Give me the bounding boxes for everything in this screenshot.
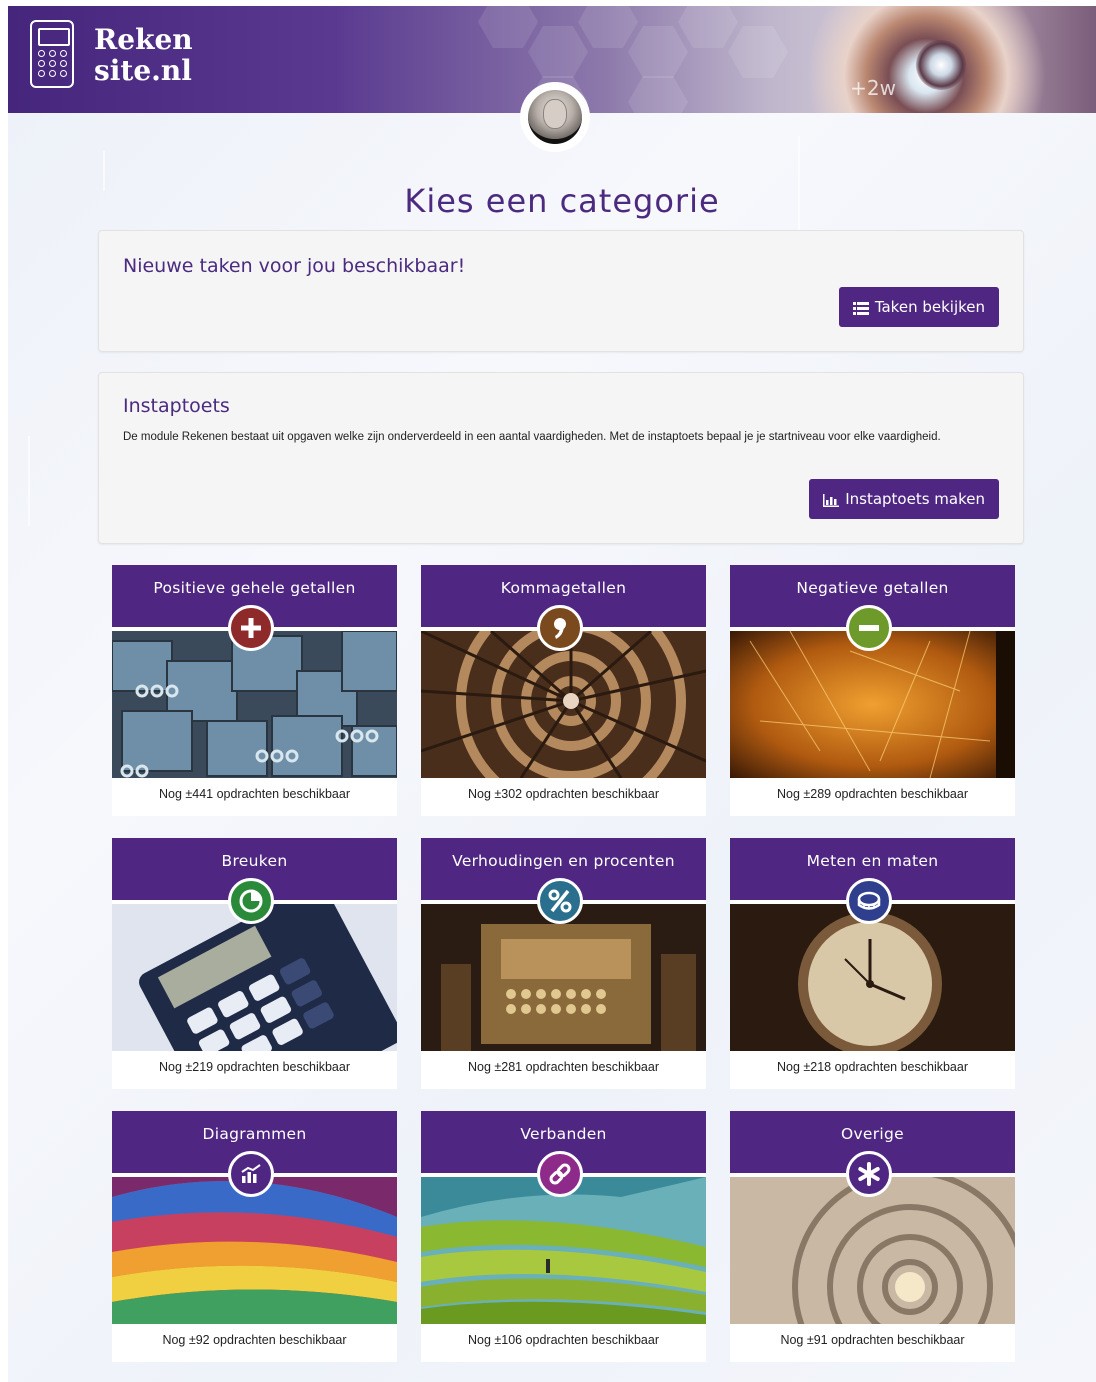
category-count: Nog ±302 opdrachten beschikbaar <box>467 787 659 801</box>
category-card[interactable]: Diagrammen Nog ±92 opdrachten beschikbaa… <box>112 1111 397 1362</box>
category-card[interactable]: Positieve gehele getallen Nog ±441 opdra… <box>112 565 397 816</box>
category-card[interactable]: Verhoudingen en procenten Nog ±281 opdra… <box>421 838 706 1089</box>
category-image <box>112 1177 397 1324</box>
logo-line1: Reken <box>94 23 193 56</box>
list-icon <box>852 301 869 315</box>
category-count: Nog ±218 opdrachten beschikbaar <box>776 1060 968 1074</box>
percent-icon <box>537 878 583 924</box>
banner-text: +2w <box>850 76 896 100</box>
category-count: Nog ±106 opdrachten beschikbaar <box>467 1333 659 1347</box>
eye-pupil <box>916 40 966 90</box>
avatar-photo <box>528 90 582 144</box>
category-count: Nog ±281 opdrachten beschikbaar <box>467 1060 659 1074</box>
category-image <box>112 631 397 778</box>
chart-icon <box>228 1151 274 1197</box>
page-title: Kies een categorie <box>404 182 720 220</box>
hex-decoration <box>478 6 538 48</box>
hex-decoration <box>678 6 738 48</box>
logo-line2: site.nl <box>94 54 192 87</box>
hex-decoration <box>628 26 688 78</box>
category-count: Nog ±92 opdrachten beschikbaar <box>162 1333 347 1347</box>
minus-icon <box>846 605 892 651</box>
instaptoets-title: Instaptoets <box>123 395 230 417</box>
category-image <box>421 1177 706 1324</box>
view-tasks-label: Taken bekijken <box>874 298 985 316</box>
category-card[interactable]: Verbanden Nog ±106 opdrachten beschikbaa… <box>421 1111 706 1362</box>
instaptoets-description: De module Rekenen bestaat uit opgaven we… <box>123 431 941 443</box>
category-image <box>730 904 1015 1051</box>
category-card[interactable]: Overige Nog ±91 opdrachten beschikbaar <box>730 1111 1015 1362</box>
plus-icon <box>228 605 274 651</box>
category-count: Nog ±91 opdrachten beschikbaar <box>780 1333 965 1347</box>
start-instaptoets-label: Instaptoets maken <box>845 490 985 508</box>
pie-icon <box>228 878 274 924</box>
measuring-tape-icon <box>846 878 892 924</box>
category-count: Nog ±219 opdrachten beschikbaar <box>158 1060 350 1074</box>
category-card[interactable]: Meten en maten Nog ±218 opdrachten besch… <box>730 838 1015 1089</box>
link-icon <box>537 1151 583 1197</box>
category-count: Nog ±441 opdrachten beschikbaar <box>158 787 350 801</box>
user-avatar[interactable] <box>524 86 586 148</box>
hex-decoration <box>528 26 588 78</box>
category-image <box>730 1177 1015 1324</box>
start-instaptoets-button[interactable]: Instaptoets maken <box>809 479 999 519</box>
hex-decoration <box>728 26 788 78</box>
category-image <box>421 904 706 1051</box>
category-card[interactable]: Kommagetallen Nog ±302 opdrachten beschi… <box>421 565 706 816</box>
new-tasks-title: Nieuwe taken voor jou beschikbaar! <box>123 255 466 277</box>
new-tasks-panel: Nieuwe taken voor jou beschikbaar! Taken… <box>98 230 1024 352</box>
category-image <box>112 904 397 1051</box>
category-card[interactable]: Negatieve getallen Nog ±289 opdrachten b… <box>730 565 1015 816</box>
comma-icon <box>537 605 583 651</box>
hex-decoration <box>628 76 688 113</box>
category-card[interactable]: Breuken Nog ±219 opdrachten beschikbaar <box>112 838 397 1089</box>
bar-chart-icon <box>823 493 840 507</box>
calculator-icon <box>30 20 74 88</box>
logo-text: Reken site.nl <box>94 24 193 86</box>
asterisk-icon <box>846 1151 892 1197</box>
page: +2w Reken site.nl Kies een categorie Nie… <box>8 6 1096 1382</box>
category-image <box>421 631 706 778</box>
hex-decoration <box>578 6 638 48</box>
view-tasks-button[interactable]: Taken bekijken <box>838 287 999 327</box>
category-image <box>730 631 1015 778</box>
background-streak <box>28 436 30 526</box>
instaptoets-panel: Instaptoets De module Rekenen bestaat ui… <box>98 372 1024 544</box>
category-count: Nog ±289 opdrachten beschikbaar <box>776 787 968 801</box>
